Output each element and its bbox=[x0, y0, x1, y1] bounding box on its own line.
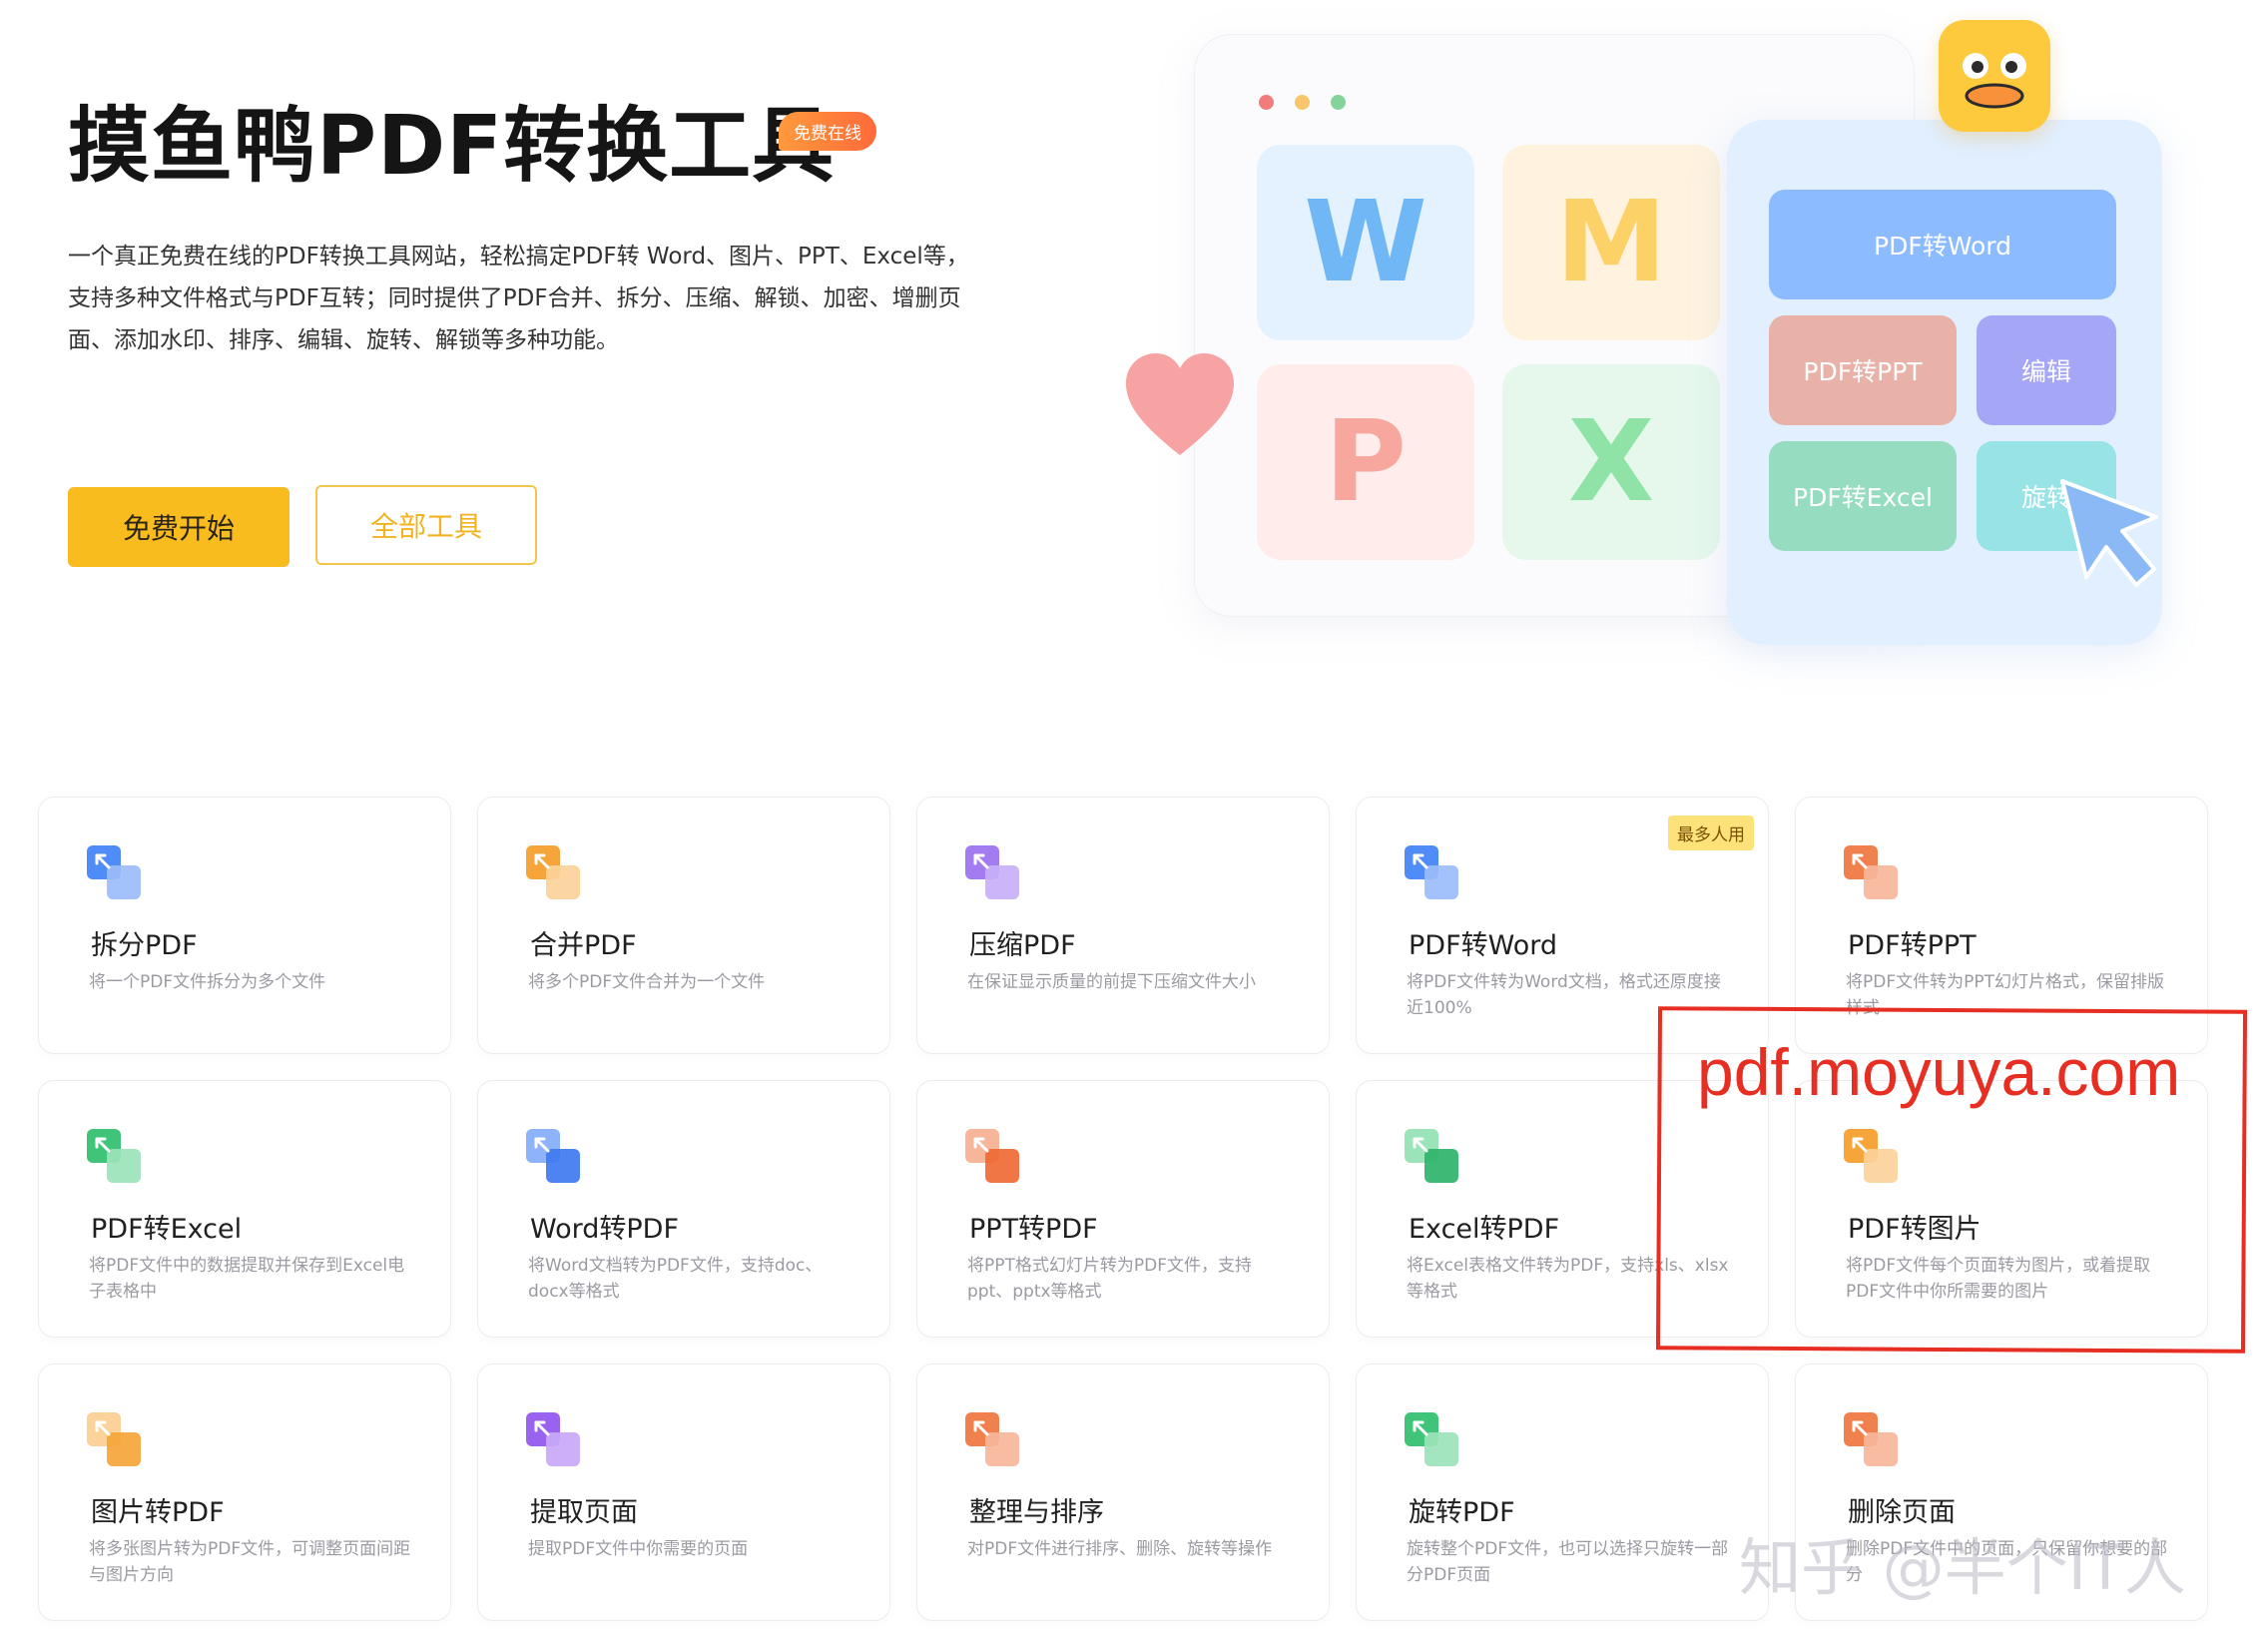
tool-card[interactable]: 合并PDF 将多个PDF文件合并为一个文件 bbox=[477, 797, 890, 1054]
excel-to-pdf-icon bbox=[1403, 1127, 1462, 1187]
tool-card-description: 将多个PDF文件合并为一个文件 bbox=[528, 972, 766, 992]
tool-card[interactable]: 拆分PDF 将一个PDF文件拆分为多个文件 bbox=[38, 797, 451, 1054]
word-tile-icon: W bbox=[1257, 145, 1474, 340]
tool-card[interactable]: 整理与排序对PDF文件进行排序、删除、旋转等操作 bbox=[916, 1364, 1330, 1621]
tool-card-description: 将Word文档转为PDF文件，支持doc、docx等格式 bbox=[528, 1256, 823, 1302]
tool-card-description: 将一个PDF文件拆分为多个文件 bbox=[89, 972, 326, 992]
extract-pages-icon bbox=[524, 1410, 584, 1470]
tool-card[interactable]: PDF转Excel 将PDF文件中的数据提取并保存到Excel电子表格中 bbox=[38, 1080, 451, 1338]
tool-card-description: 将多张图片转为PDF文件，可调整页面间距与图片方向 bbox=[89, 1539, 411, 1585]
tool-card-title: PPT转PDF bbox=[969, 1214, 1098, 1245]
cursor-arrow-icon bbox=[2060, 479, 2158, 587]
panel-edit: 编辑 bbox=[1977, 315, 2116, 425]
split-icon bbox=[85, 843, 145, 903]
window-dot-yellow bbox=[1295, 95, 1310, 110]
most-used-badge: 最多人用 bbox=[1668, 816, 1754, 850]
tool-card-title: 图片转PDF bbox=[91, 1497, 225, 1528]
tool-card-description: 将PDF文件中的数据提取并保存到Excel电子表格中 bbox=[89, 1256, 405, 1302]
tool-card-description: 提取PDF文件中你需要的页面 bbox=[528, 1539, 749, 1559]
tool-card-title: PDF转Excel bbox=[91, 1214, 243, 1245]
ppt-to-pdf-icon bbox=[963, 1127, 1023, 1187]
start-free-button[interactable]: 免费开始 bbox=[68, 487, 289, 567]
image-to-pdf-icon bbox=[85, 1410, 145, 1470]
tool-card-description: 对PDF文件进行排序、删除、旋转等操作 bbox=[967, 1539, 1273, 1559]
tool-card-title: Excel转PDF bbox=[1409, 1214, 1560, 1245]
ppt-tile-icon: P bbox=[1257, 364, 1474, 560]
tool-card[interactable]: Word转PDF 将Word文档转为PDF文件，支持doc、docx等格式 bbox=[477, 1080, 890, 1338]
tool-card-description: 旋转整个PDF文件，也可以选择只旋转一部分PDF页面 bbox=[1407, 1539, 1729, 1585]
tool-card[interactable]: 压缩PDF 在保证显示质量的前提下压缩文件大小 bbox=[916, 797, 1330, 1054]
delete-pages-icon bbox=[1842, 1410, 1902, 1470]
tool-card-title: 整理与排序 bbox=[969, 1497, 1104, 1528]
tool-card-title: PDF转Word bbox=[1409, 930, 1558, 961]
organize-icon bbox=[963, 1410, 1023, 1470]
duck-logo-icon bbox=[1939, 20, 2050, 132]
pdf-to-excel-icon bbox=[85, 1127, 145, 1187]
merge-icon bbox=[524, 843, 584, 903]
word-to-pdf-icon bbox=[524, 1127, 584, 1187]
all-tools-button[interactable]: 全部工具 bbox=[315, 485, 537, 565]
tool-card[interactable]: PPT转PDF 将PPT格式幻灯片转为PDF文件，支持ppt、pptx等格式 bbox=[916, 1080, 1330, 1338]
tool-card-title: 拆分PDF bbox=[91, 930, 198, 961]
tool-card[interactable]: 旋转PDF 旋转整个PDF文件，也可以选择只旋转一部分PDF页面 bbox=[1356, 1364, 1769, 1621]
excel-tile-letter: X bbox=[1567, 397, 1655, 527]
compress-icon bbox=[963, 843, 1023, 903]
hero-description: 一个真正免费在线的PDF转换工具网站，轻松搞定PDF转 Word、图片、PPT、… bbox=[68, 244, 969, 353]
word-tile-letter: W bbox=[1304, 178, 1427, 307]
tool-card-title: 合并PDF bbox=[530, 930, 637, 961]
panel-pdf-to-word: PDF转Word bbox=[1769, 190, 2116, 299]
rotate-icon bbox=[1403, 1410, 1462, 1470]
site-url-annotation: pdf.moyuya.com bbox=[1697, 1035, 2181, 1109]
zhihu-watermark: 知乎 @半个IT人 bbox=[1739, 1531, 2186, 1604]
image-tile-letter: M bbox=[1555, 178, 1667, 307]
tool-card-title: PDF转PPT bbox=[1848, 930, 1977, 961]
window-dot-green bbox=[1331, 95, 1346, 110]
tool-card-title: Word转PDF bbox=[530, 1214, 680, 1245]
image-tile-icon: M bbox=[1502, 145, 1720, 340]
excel-tile-icon: X bbox=[1502, 364, 1720, 560]
panel-pdf-to-excel: PDF转Excel bbox=[1769, 441, 1957, 551]
tool-card-description: 将PPT格式幻灯片转为PDF文件，支持ppt、pptx等格式 bbox=[967, 1256, 1253, 1302]
window-dot-red bbox=[1259, 95, 1274, 110]
pdf-to-ppt-icon bbox=[1842, 843, 1902, 903]
heart-icon bbox=[1126, 353, 1234, 455]
tool-card-title: 提取页面 bbox=[530, 1497, 638, 1528]
free-online-badge: 免费在线 bbox=[779, 112, 876, 151]
hero-illustration: W M P X PDF转Word PDF转PPT 编辑 PDF转Excel 旋转 bbox=[1098, 16, 2196, 655]
tool-card[interactable]: 图片转PDF 将多张图片转为PDF文件，可调整页面间距与图片方向 bbox=[38, 1364, 451, 1621]
tool-card[interactable]: 提取页面提取PDF文件中你需要的页面 bbox=[477, 1364, 890, 1621]
panel-pdf-to-ppt: PDF转PPT bbox=[1769, 315, 1957, 425]
page-title: 摸鱼鸭PDF转换工具 bbox=[68, 99, 836, 194]
pdf-to-word-icon bbox=[1403, 843, 1462, 903]
ppt-tile-letter: P bbox=[1324, 397, 1408, 527]
tool-card-description: 在保证显示质量的前提下压缩文件大小 bbox=[967, 972, 1256, 992]
tool-card-title: 旋转PDF bbox=[1409, 1497, 1515, 1528]
tool-card-title: 压缩PDF bbox=[969, 930, 1076, 961]
